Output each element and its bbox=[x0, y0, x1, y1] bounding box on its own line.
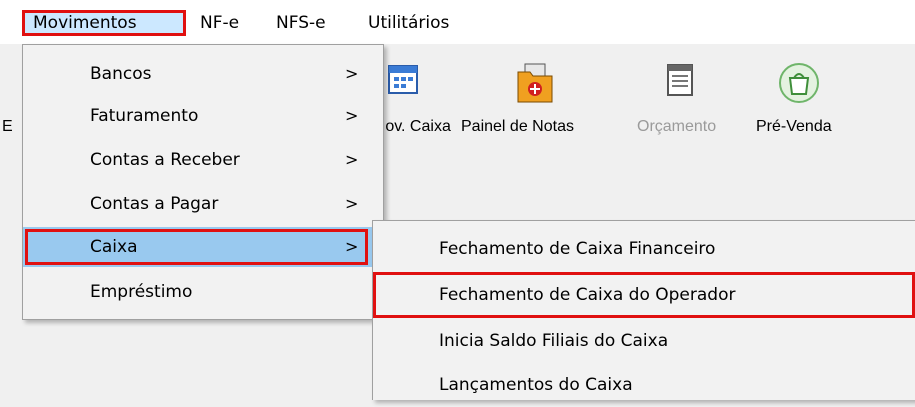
menu-item-label: Faturamento bbox=[90, 106, 199, 126]
menu-item-label: Contas a Pagar bbox=[90, 194, 219, 214]
menu-bar: Movimentos NF-e NFS-e Utilitários bbox=[0, 0, 915, 44]
menu-nfe[interactable]: NF-e bbox=[192, 10, 247, 36]
menu-item-emprestimo[interactable]: Empréstimo bbox=[23, 272, 381, 312]
submenu-item-fechamento-operador[interactable]: Fechamento de Caixa do Operador bbox=[373, 272, 915, 318]
toolbar-label-painel-notas[interactable]: Painel de Notas bbox=[461, 118, 574, 136]
menu-movimentos[interactable]: Movimentos bbox=[22, 10, 186, 36]
toolbar-partial-label: E bbox=[2, 118, 13, 135]
menu-item-faturamento[interactable]: Faturamento > bbox=[23, 96, 381, 136]
chevron-right-icon: > bbox=[345, 194, 359, 213]
menu-item-label: Bancos bbox=[90, 64, 152, 84]
highlight-frame bbox=[25, 229, 368, 265]
menu-nfse[interactable]: NFS-e bbox=[268, 10, 334, 36]
caixa-submenu: Fechamento de Caixa Financeiro Fechament… bbox=[372, 220, 915, 400]
chevron-right-icon: > bbox=[345, 150, 359, 169]
toolbar-label-orcamento[interactable]: Orçamento bbox=[637, 118, 716, 136]
menu-utilitarios[interactable]: Utilitários bbox=[360, 10, 457, 36]
chevron-right-icon: > bbox=[345, 237, 359, 256]
movimentos-dropdown: Bancos > Faturamento > Contas a Receber … bbox=[22, 44, 384, 320]
submenu-item-inicia-saldo[interactable]: Inicia Saldo Filiais do Caixa bbox=[373, 319, 915, 363]
menu-item-bancos[interactable]: Bancos > bbox=[23, 54, 381, 94]
toolbar-label-pre-venda[interactable]: Pré-Venda bbox=[756, 118, 832, 136]
chevron-right-icon: > bbox=[345, 64, 359, 83]
shopping-bag-icon[interactable] bbox=[776, 62, 822, 108]
calendar-icon[interactable] bbox=[386, 62, 420, 100]
menu-item-label: Caixa bbox=[90, 237, 138, 257]
chevron-right-icon: > bbox=[345, 106, 359, 125]
submenu-item-lancamentos[interactable]: Lançamentos do Caixa bbox=[373, 363, 915, 407]
menu-item-contas-receber[interactable]: Contas a Receber > bbox=[23, 140, 381, 180]
submenu-item-label: Lançamentos do Caixa bbox=[439, 375, 633, 395]
submenu-item-fechamento-financeiro[interactable]: Fechamento de Caixa Financeiro bbox=[373, 227, 915, 271]
menu-item-caixa[interactable]: Caixa > bbox=[23, 227, 381, 267]
highlight-frame bbox=[373, 272, 915, 318]
menu-item-label: Empréstimo bbox=[90, 282, 193, 302]
submenu-item-label: Inicia Saldo Filiais do Caixa bbox=[439, 331, 669, 351]
menu-item-label: Contas a Receber bbox=[90, 150, 240, 170]
menu-item-contas-pagar[interactable]: Contas a Pagar > bbox=[23, 184, 381, 224]
folder-red-icon[interactable] bbox=[515, 62, 555, 108]
submenu-item-label: Fechamento de Caixa Financeiro bbox=[439, 239, 716, 259]
document-icon[interactable] bbox=[663, 62, 697, 102]
